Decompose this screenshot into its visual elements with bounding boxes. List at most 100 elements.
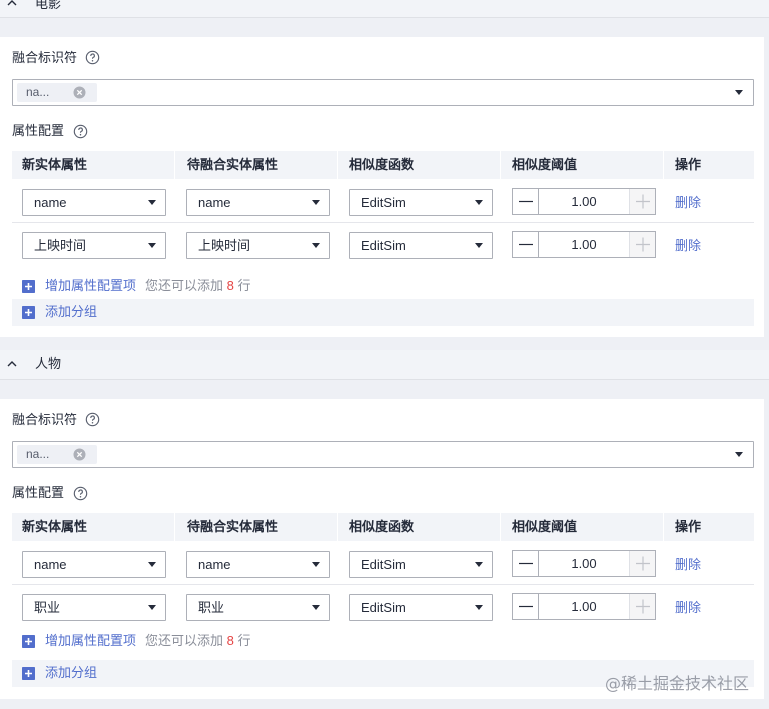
delete-link[interactable]: 删除: [675, 195, 701, 211]
threshold-value[interactable]: 1.00: [539, 237, 629, 253]
col-new-attr: 新实体属性: [22, 157, 88, 172]
col-merge-attr: 待融合实体属性: [187, 157, 279, 172]
increment-button[interactable]: [629, 189, 655, 214]
select-value: name: [198, 557, 231, 572]
group-title: 人物: [35, 356, 62, 371]
remaining-count: 8: [226, 278, 234, 293]
col-sim-threshold: 相似度阈值: [512, 519, 578, 534]
caret-down-icon: [475, 200, 483, 205]
tag-text: na...: [26, 447, 50, 461]
remaining-rows-hint: 您还可以添加 8 行: [145, 278, 251, 293]
threshold-stepper: 1.00: [512, 231, 656, 258]
caret-down-icon: [148, 200, 156, 205]
delete-link[interactable]: 删除: [675, 557, 701, 573]
decrement-button[interactable]: [513, 232, 539, 257]
add-group-link[interactable]: 添加分组: [45, 304, 97, 320]
attr-table-header: 新实体属性 待融合实体属性 相似度函数 相似度阈值 操作: [12, 513, 754, 541]
fusion-identifier-label: 融合标识符: [12, 412, 78, 427]
add-group-icon[interactable]: [22, 306, 35, 319]
add-group-link[interactable]: 添加分组: [45, 665, 97, 681]
new-attr-select[interactable]: 上映时间: [22, 232, 166, 259]
new-attr-select[interactable]: 职业: [22, 594, 166, 621]
select-value: 上映时间: [34, 238, 87, 253]
group-title: 电影: [35, 0, 62, 11]
add-attr-config-link[interactable]: 增加属性配置项: [45, 278, 136, 294]
delete-link[interactable]: 删除: [675, 600, 701, 616]
new-attr-select[interactable]: name: [22, 551, 166, 578]
selected-tag: na...: [17, 445, 97, 464]
col-action: 操作: [675, 519, 702, 534]
tag-close-icon[interactable]: [73, 86, 86, 99]
increment-button[interactable]: [629, 232, 655, 257]
select-value: 职业: [198, 600, 225, 615]
merge-attr-select[interactable]: name: [186, 189, 330, 216]
group-card: 融合标识符 na... 属性配置 新实体属性 待融合实体属性 相似度函数 相似度…: [0, 37, 764, 337]
sim-func-select[interactable]: EditSim: [349, 232, 493, 259]
sim-func-select[interactable]: EditSim: [349, 594, 493, 621]
select-value: EditSim: [361, 600, 406, 615]
threshold-stepper: 1.00: [512, 188, 656, 215]
caret-down-icon: [312, 200, 320, 205]
merge-attr-select[interactable]: name: [186, 551, 330, 578]
merge-attr-select[interactable]: 职业: [186, 594, 330, 621]
group-header[interactable]: 人物: [0, 350, 769, 380]
threshold-value[interactable]: 1.00: [539, 599, 629, 615]
caret-down-icon: [475, 605, 483, 610]
select-value: EditSim: [361, 238, 406, 253]
minus-icon: [519, 605, 533, 608]
plus-icon: [636, 599, 650, 614]
add-attr-config-link[interactable]: 增加属性配置项: [45, 633, 136, 649]
tag-text: na...: [26, 85, 50, 99]
chevron-up-icon[interactable]: [6, 358, 18, 370]
remaining-count: 8: [226, 633, 234, 648]
sim-func-select[interactable]: EditSim: [349, 189, 493, 216]
add-attr-icon[interactable]: [22, 280, 35, 293]
selected-tag: na...: [17, 83, 97, 102]
group-header[interactable]: 电影: [0, 0, 769, 18]
remaining-rows-hint: 您还可以添加 8 行: [145, 633, 251, 648]
fusion-identifier-select[interactable]: na...: [12, 79, 754, 106]
col-merge-attr: 待融合实体属性: [187, 519, 279, 534]
minus-icon: [519, 243, 533, 246]
select-value: name: [34, 195, 67, 210]
increment-button[interactable]: [629, 551, 655, 576]
add-attr-icon[interactable]: [22, 635, 35, 648]
decrement-button[interactable]: [513, 551, 539, 576]
help-icon[interactable]: [85, 50, 100, 65]
plus-icon: [636, 237, 650, 252]
decrement-button[interactable]: [513, 189, 539, 214]
col-sim-func: 相似度函数: [349, 519, 415, 534]
attr-config-label: 属性配置: [12, 485, 65, 500]
plus-icon: [636, 194, 650, 209]
select-value: EditSim: [361, 195, 406, 210]
increment-button[interactable]: [629, 594, 655, 619]
caret-down-icon: [735, 90, 743, 95]
select-value: name: [198, 195, 231, 210]
chevron-up-icon[interactable]: [6, 0, 18, 9]
help-icon[interactable]: [73, 124, 88, 139]
caret-down-icon: [475, 562, 483, 567]
delete-link[interactable]: 删除: [675, 238, 701, 254]
col-action: 操作: [675, 157, 702, 172]
add-group-bar[interactable]: 添加分组: [12, 299, 754, 326]
plus-icon: [636, 556, 650, 571]
threshold-stepper: 1.00: [512, 550, 656, 577]
new-attr-select[interactable]: name: [22, 189, 166, 216]
fusion-identifier-select[interactable]: na...: [12, 441, 754, 468]
add-group-icon[interactable]: [22, 667, 35, 680]
minus-icon: [519, 200, 533, 203]
sim-func-select[interactable]: EditSim: [349, 551, 493, 578]
merge-attr-select[interactable]: 上映时间: [186, 232, 330, 259]
select-value: EditSim: [361, 557, 406, 572]
caret-down-icon: [148, 243, 156, 248]
threshold-stepper: 1.00: [512, 593, 656, 620]
tag-close-icon[interactable]: [73, 448, 86, 461]
threshold-value[interactable]: 1.00: [539, 556, 629, 572]
threshold-value[interactable]: 1.00: [539, 194, 629, 210]
help-icon[interactable]: [73, 486, 88, 501]
minus-icon: [519, 562, 533, 565]
decrement-button[interactable]: [513, 594, 539, 619]
col-sim-threshold: 相似度阈值: [512, 157, 578, 172]
help-icon[interactable]: [85, 412, 100, 427]
col-sim-func: 相似度函数: [349, 157, 415, 172]
